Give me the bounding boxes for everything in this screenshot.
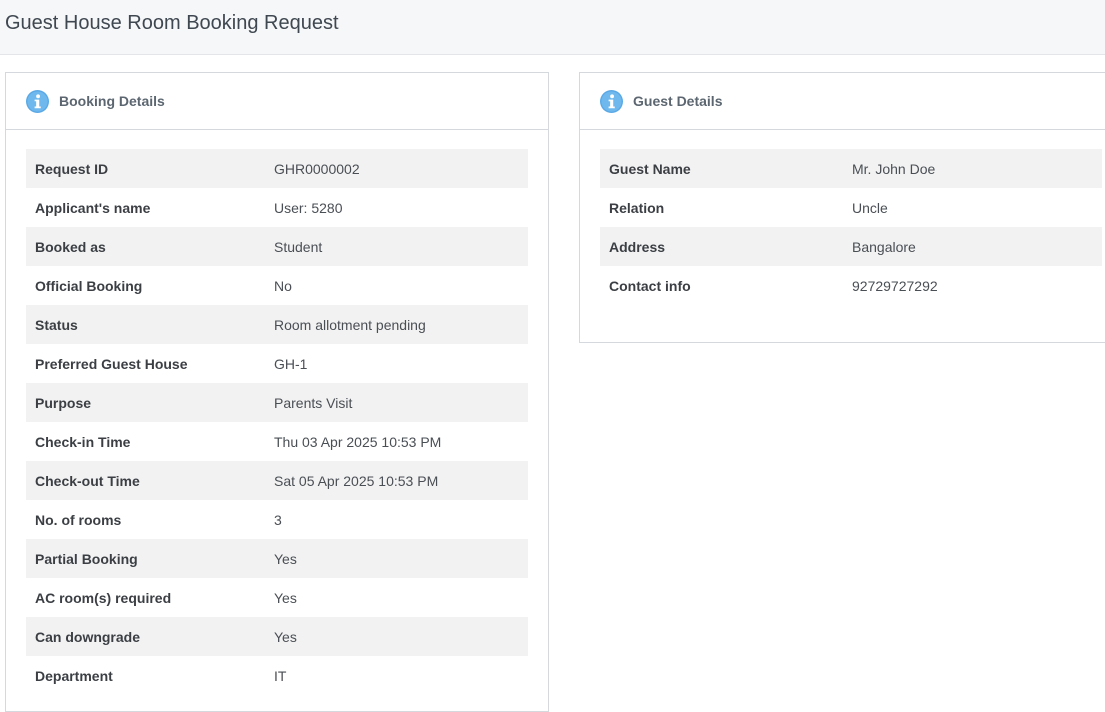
row-value: No — [274, 277, 292, 294]
table-row: Applicant's name User: 5280 — [26, 188, 528, 227]
table-row: Preferred Guest House GH-1 — [26, 344, 528, 383]
row-value: IT — [274, 667, 287, 684]
row-label: Purpose — [26, 383, 265, 422]
row-label: Check-in Time — [35, 433, 131, 450]
table-row: Contact info 92729727292 — [600, 266, 1102, 305]
table-row: Guest Name Mr. John Doe — [600, 149, 1102, 188]
row-label: Official Booking — [35, 277, 143, 294]
table-row: No. of rooms 3 — [26, 500, 528, 539]
booking-details-body: Request ID GHR0000002 Applicant's name User… — [26, 149, 528, 695]
row-label: Applicant's name — [35, 199, 151, 216]
row-label: Status — [26, 305, 265, 344]
row-label: AC room(s) required — [35, 589, 172, 606]
row-value: Parents Visit — [265, 383, 528, 422]
table-row: Relation Uncle — [600, 188, 1102, 227]
page-title: Guest House Room Booking Request — [5, 12, 339, 34]
guest-details-table: Guest Name Mr. John Doe Relation Uncle Addre… — [600, 149, 1102, 305]
row-value: Yes — [265, 539, 528, 578]
row-value: User: 5280 — [274, 199, 343, 216]
row-value: 3 — [274, 511, 282, 528]
row-label: No. of rooms — [35, 511, 122, 528]
row-value: GHR0000002 — [265, 149, 528, 188]
row-value: GH-1 — [274, 355, 308, 372]
guest-details-card: Guest Details Guest Name Mr. John Doe Rela… — [579, 72, 1105, 343]
row-label: Relation — [609, 199, 665, 216]
row-value: Bangalore — [843, 227, 1102, 266]
row-value: Yes — [274, 589, 297, 606]
info-icon — [26, 90, 49, 113]
row-label: Address — [600, 227, 843, 266]
row-label: Check-out Time — [26, 461, 265, 500]
table-row: Booked as Student — [26, 227, 528, 266]
row-value: Mr. John Doe — [843, 149, 1102, 188]
table-row: Address Bangalore — [600, 227, 1102, 266]
table-row: Check-in Time Thu 03 Apr 2025 10:53 PM — [26, 422, 528, 461]
row-label: Booked as — [26, 227, 265, 266]
guest-details-title: Guest Details — [633, 93, 723, 109]
row-value: Thu 03 Apr 2025 10:53 PM — [274, 433, 442, 450]
booking-details-header: Booking Details — [6, 73, 548, 130]
row-value: 92729727292 — [852, 277, 938, 294]
table-row: AC room(s) required Yes — [26, 578, 528, 617]
row-value: Sat 05 Apr 2025 10:53 PM — [265, 461, 528, 500]
guest-details-header: Guest Details — [580, 73, 1105, 130]
row-value: Uncle — [852, 199, 888, 216]
table-row: Can downgrade Yes — [26, 617, 528, 656]
info-icon — [600, 90, 623, 113]
row-label: Preferred Guest House — [35, 355, 188, 372]
table-row: Official Booking No — [26, 266, 528, 305]
table-row: Request ID GHR0000002 — [26, 149, 528, 188]
row-label: Partial Booking — [26, 539, 265, 578]
page-header: Guest House Room Booking Request — [0, 0, 1105, 55]
table-row: Partial Booking Yes — [26, 539, 528, 578]
row-label: Contact info — [609, 277, 691, 294]
booking-details-title: Booking Details — [59, 93, 165, 109]
row-label: Guest Name — [600, 149, 843, 188]
booking-details-table: Request ID GHR0000002 Applicant's name User… — [26, 149, 528, 695]
table-row: Check-out Time Sat 05 Apr 2025 10:53 PM — [26, 461, 528, 500]
guest-details-body: Guest Name Mr. John Doe Relation Uncle Addre… — [600, 149, 1102, 305]
row-label: Request ID — [26, 149, 265, 188]
row-label: Department — [35, 667, 113, 684]
table-row: Department IT — [26, 656, 528, 695]
table-row: Status Room allotment pending — [26, 305, 528, 344]
row-value: Room allotment pending — [265, 305, 528, 344]
booking-details-card: Booking Details Request ID GHR0000002 Appl… — [5, 72, 549, 712]
row-value: Student — [265, 227, 528, 266]
table-row: Purpose Parents Visit — [26, 383, 528, 422]
row-label: Can downgrade — [26, 617, 265, 656]
row-value: Yes — [265, 617, 528, 656]
